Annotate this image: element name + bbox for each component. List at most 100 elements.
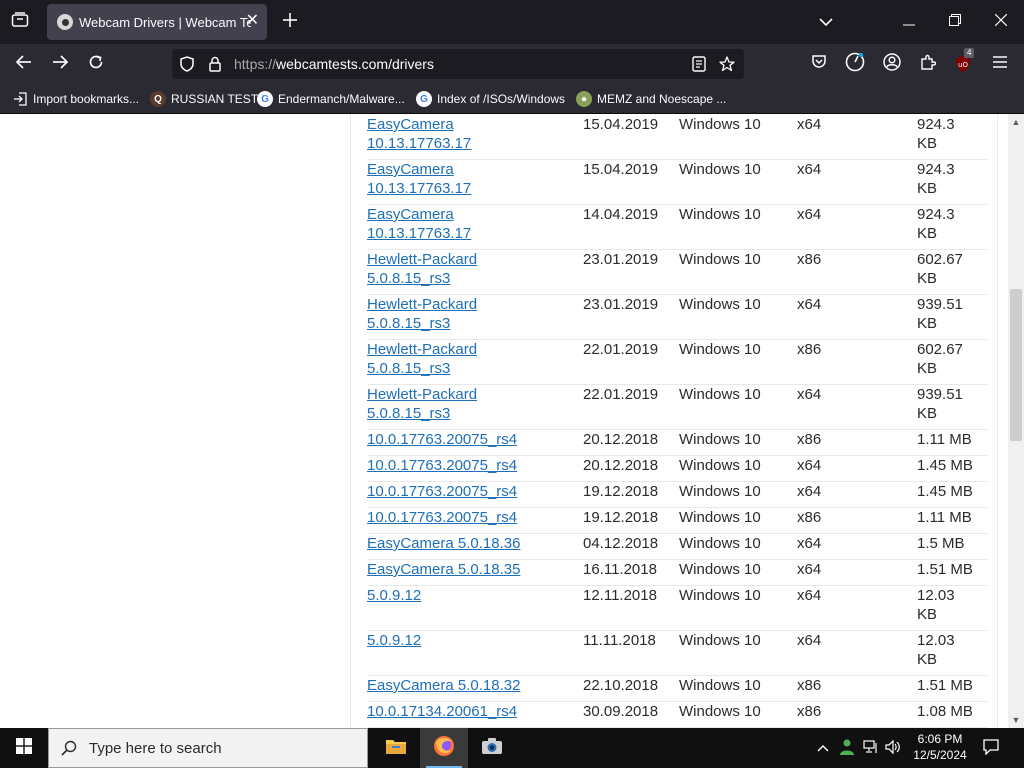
driver-link[interactable]: 10.0.17763.20075_rs4 (367, 509, 517, 526)
driver-link[interactable]: 10.0.17763.20075_rs4 (367, 483, 517, 500)
driver-link[interactable]: 10.0.17763.20075_rs4 (367, 431, 517, 448)
extension-speed-button[interactable] (839, 50, 871, 78)
google-icon: G (416, 91, 432, 107)
restore-button[interactable] (932, 0, 978, 44)
driver-arch-cell: x64 (797, 483, 822, 500)
taskbar-camera[interactable] (468, 728, 516, 768)
driver-arch-cell: x86 (797, 251, 822, 268)
import-icon (12, 91, 28, 107)
driver-size-cell: 1.08 MB (917, 703, 973, 720)
account-icon (883, 52, 901, 76)
bookmark-index-isos[interactable]: G Index of /ISOs/Windows (416, 90, 565, 108)
tray-people-app[interactable] (836, 728, 858, 768)
driver-arch-cell: x86 (797, 703, 822, 720)
bookmark-import[interactable]: Import bookmarks... (12, 90, 139, 108)
driver-link[interactable]: EasyCamera 10.13.17763.17 (367, 116, 471, 152)
close-tab-icon[interactable]: ✕ (246, 13, 259, 29)
back-button[interactable] (8, 50, 40, 78)
driver-link[interactable]: EasyCamera 5.0.18.36 (367, 535, 520, 552)
driver-os-cell: Windows 10 (679, 386, 761, 403)
scroll-down-arrow-icon[interactable]: ▼ (1008, 712, 1024, 728)
reader-view-icon[interactable] (690, 55, 708, 73)
minimize-button[interactable] (886, 0, 932, 44)
clock-time: 6:06 PM (917, 732, 963, 746)
bookmark-memz-noescape[interactable]: ● MEMZ and Noescape ... (576, 90, 726, 108)
tab-webcam-drivers[interactable]: Webcam Drivers | Webcam Test ✕ (47, 4, 267, 40)
driver-row: Hewlett-Packard 5.0.8.15_rs3 22.01.2019 Win… (367, 385, 987, 430)
ublock-origin-button[interactable]: uO 4 (948, 48, 980, 78)
driver-row: Hewlett-Packard 5.0.8.15_rs3 22.01.2019 Win… (367, 340, 987, 385)
driver-size-cell: 1.51 MB (917, 561, 973, 578)
address-bar[interactable]: https://webcamtests.com/drivers (172, 49, 744, 79)
driver-name-cell: 10.0.17763.20075_rs4 (367, 482, 567, 501)
bookmark-russian-test[interactable]: Q RUSSIAN TEST (150, 90, 258, 108)
taskbar-file-explorer[interactable] (372, 728, 420, 768)
new-tab-button[interactable] (270, 0, 310, 44)
app-menu-button[interactable] (984, 50, 1016, 78)
driver-arch-cell: x64 (797, 386, 822, 403)
bookmark-star-icon[interactable] (718, 55, 736, 73)
firefox-view-button[interactable] (0, 0, 40, 44)
driver-date-cell: 19.12.2018 (583, 509, 659, 526)
scrollbar-thumb[interactable] (1010, 289, 1022, 441)
driver-link[interactable]: EasyCamera 10.13.17763.17 (367, 161, 471, 197)
driver-link[interactable]: 5.0.9.12 (367, 587, 421, 604)
driver-size-cell: 1.5 MB (917, 535, 965, 552)
driver-size-cell: 924.3 KB (917, 206, 955, 242)
driver-link[interactable]: 10.0.17763.20075_rs4 (367, 457, 517, 474)
chevron-down-icon (819, 13, 833, 31)
user-green-icon (838, 738, 856, 759)
driver-arch-cell: x64 (797, 561, 822, 578)
driver-link[interactable]: Hewlett-Packard 5.0.8.15_rs3 (367, 251, 477, 287)
scroll-up-arrow-icon[interactable]: ▲ (1008, 114, 1024, 130)
plus-icon (283, 12, 297, 32)
driver-date-cell: 20.12.2018 (583, 431, 659, 448)
driver-row: EasyCamera 5.0.18.35 16.11.2018 Windows 10… (367, 560, 987, 586)
driver-link[interactable]: 5.0.9.12 (367, 632, 421, 649)
list-tabs-button[interactable] (806, 0, 846, 44)
driver-link[interactable]: EasyCamera 10.13.17763.17 (367, 206, 471, 242)
page-content: EasyCamera 10.13.17763.17 15.04.2019 Window… (0, 114, 1008, 728)
page-scrollbar[interactable]: ▲ ▼ (1008, 114, 1024, 728)
bookmark-endermanch-malware[interactable]: G Endermanch/Malware... (257, 90, 405, 108)
svg-text:uO: uO (958, 61, 968, 69)
reload-button[interactable] (80, 50, 112, 78)
taskbar-clock[interactable]: 6:06 PM 12/5/2024 (902, 731, 978, 763)
close-icon (994, 13, 1008, 31)
tray-network[interactable] (860, 728, 882, 768)
driver-link[interactable]: Hewlett-Packard 5.0.8.15_rs3 (367, 386, 477, 422)
extensions-button[interactable] (912, 50, 944, 78)
driver-link[interactable]: 10.0.17134.20061_rs4 (367, 703, 517, 720)
start-button[interactable] (0, 728, 48, 768)
driver-size-cell: 602.67 KB (917, 341, 963, 377)
tray-volume[interactable] (882, 728, 904, 768)
action-center-button[interactable] (980, 728, 1002, 768)
forward-button[interactable] (44, 50, 76, 78)
driver-link[interactable]: EasyCamera 5.0.18.35 (367, 561, 520, 578)
driver-link[interactable]: Hewlett-Packard 5.0.8.15_rs3 (367, 296, 477, 332)
pocket-button[interactable] (803, 50, 835, 78)
driver-arch-cell: x64 (797, 296, 822, 313)
driver-link[interactable]: Hewlett-Packard 5.0.8.15_rs3 (367, 341, 477, 377)
driver-os-cell: Windows 10 (679, 206, 761, 223)
driver-row: Hewlett-Packard 5.0.8.15_rs3 23.01.2019 Win… (367, 250, 987, 295)
taskbar-search-box[interactable]: Type here to search (48, 728, 368, 768)
taskbar-firefox[interactable] (420, 728, 468, 768)
shield-icon[interactable] (178, 55, 196, 73)
close-window-button[interactable] (978, 0, 1024, 44)
account-button[interactable] (876, 50, 908, 78)
driver-name-cell: EasyCamera 5.0.18.35 (367, 560, 567, 579)
lock-icon[interactable] (206, 55, 224, 73)
driver-link[interactable]: EasyCamera 5.0.18.32 (367, 677, 520, 694)
driver-os-cell: Windows 10 (679, 632, 761, 649)
driver-size-cell: 924.3 KB (917, 116, 955, 152)
tab-strip: Webcam Drivers | Webcam Test ✕ (0, 0, 1024, 44)
driver-name-cell: 10.0.17763.20075_rs4 (367, 508, 567, 527)
url-text[interactable]: https://webcamtests.com/drivers (234, 56, 434, 72)
driver-date-cell: 16.11.2018 (583, 561, 657, 578)
windows-logo-icon (16, 737, 32, 759)
show-hidden-icons-button[interactable] (812, 728, 834, 768)
driver-name-cell: EasyCamera 10.13.17763.17 (367, 160, 567, 198)
clock-date: 12/5/2024 (913, 748, 967, 762)
driver-row: EasyCamera 10.13.17763.17 15.04.2019 Window… (367, 115, 987, 160)
